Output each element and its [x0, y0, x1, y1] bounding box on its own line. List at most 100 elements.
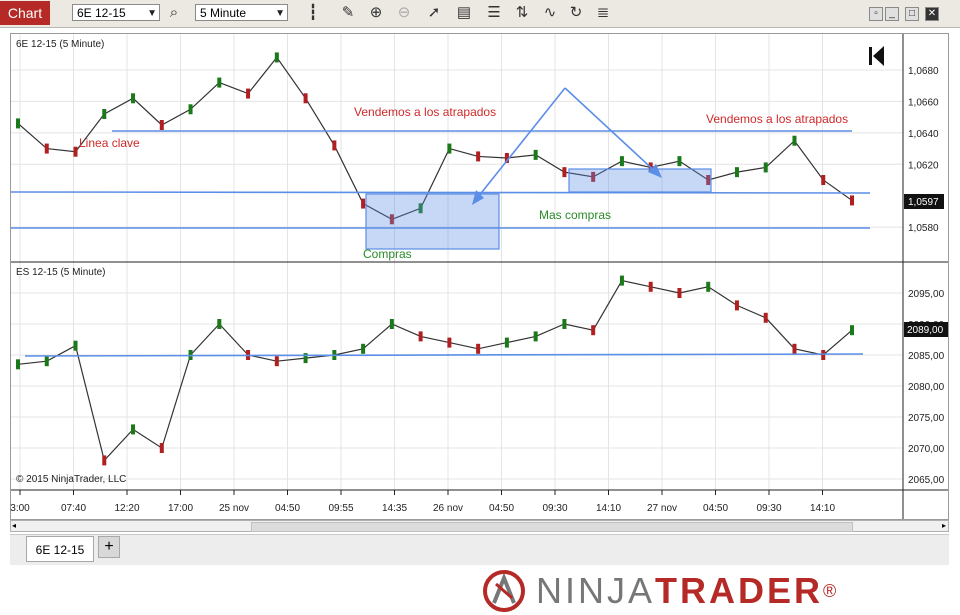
- key-line-es: [24, 353, 864, 357]
- es-candle: [217, 319, 222, 329]
- x-axis-ticks: 3:00 07:40 12:20 17:00 25 nov 04:50 09:55 14:35…: [10, 490, 835, 514]
- eurusd-candle: [562, 167, 567, 178]
- eurusd-candle: [619, 156, 624, 167]
- more-buys-box: [568, 168, 712, 193]
- y-tick-label: 2095,00: [908, 289, 945, 300]
- y-tick-label: 2065,00: [908, 475, 945, 486]
- ninjatrader-logo: NINJATRADER®: [482, 570, 942, 612]
- eurusd-candle: [533, 149, 538, 160]
- logo-mark-icon: [483, 570, 525, 612]
- es-candle: [73, 340, 78, 351]
- last-price-top-label: 1,0597: [908, 197, 939, 208]
- add-tab-button[interactable]: +: [98, 536, 120, 558]
- es-candle: [591, 325, 596, 336]
- collapse-icon[interactable]: [869, 46, 884, 66]
- y-tick-label: 1,0620: [908, 160, 939, 171]
- eurusd-candle: [677, 156, 682, 167]
- eurusd-candle: [821, 175, 826, 185]
- y-tick-label: 1,0640: [908, 129, 939, 140]
- eurusd-candle: [303, 93, 308, 104]
- es-candle: [504, 337, 509, 348]
- es-candle: [850, 325, 854, 336]
- x-tick-label: 09:30: [542, 503, 567, 514]
- annotation-linea-clave: Linea clave: [79, 136, 140, 150]
- x-tick-label: 12:20: [114, 503, 139, 514]
- x-tick-label: 04:50: [275, 503, 300, 514]
- x-tick-label: 3:00: [10, 503, 30, 514]
- eurusd-candle: [102, 109, 107, 119]
- instrument-tab[interactable]: 6E 12-15: [26, 536, 94, 562]
- annotation-mas-compras: Mas compras: [539, 208, 611, 222]
- es-candle: [562, 319, 567, 329]
- x-tick-label: 14:35: [382, 503, 407, 514]
- eurusd-candle: [217, 77, 222, 88]
- logo-reg: ®: [823, 581, 840, 601]
- eurusd-candle: [274, 52, 279, 63]
- x-tick-label: 27 nov: [647, 503, 677, 514]
- es-candle: [763, 312, 768, 323]
- y-tick-label: 2075,00: [908, 413, 945, 424]
- scrollbar-thumb[interactable]: [251, 522, 853, 532]
- eurusd-candle: [447, 143, 452, 154]
- es-candle: [821, 350, 826, 360]
- annotation-vendemos-2: Vendemos a los atrapados: [706, 112, 848, 126]
- y-tick-label: 2080,00: [908, 382, 945, 393]
- key-line-middle: [10, 191, 871, 194]
- y-tick-label: 1,0660: [908, 97, 939, 108]
- x-tick-label: 04:50: [703, 503, 728, 514]
- x-tick-label: 07:40: [61, 503, 86, 514]
- last-price-bottom-label: 2089,00: [907, 325, 944, 336]
- x-tick-label: 26 nov: [433, 503, 463, 514]
- eurusd-candle: [850, 195, 854, 206]
- es-candle: [418, 331, 423, 342]
- y-tick-label: 2070,00: [908, 444, 945, 455]
- eurusd-candle: [44, 143, 49, 154]
- horizontal-scrollbar[interactable]: ◂ ▸: [10, 520, 949, 532]
- eurusd-candle: [246, 88, 251, 99]
- eurusd-candle: [16, 118, 20, 129]
- es-candle: [476, 343, 481, 354]
- annotation-vendemos-1: Vendemos a los atrapados: [354, 105, 496, 119]
- es-candle: [619, 275, 624, 286]
- es-candle: [792, 343, 797, 354]
- copyright-text: © 2015 NinjaTrader, LLC: [16, 474, 126, 485]
- x-tick-label: 09:55: [328, 503, 353, 514]
- eurusd-candle: [73, 146, 78, 157]
- es-candle: [361, 343, 366, 354]
- es-candle: [131, 424, 136, 435]
- x-tick-label: 04:50: [489, 503, 514, 514]
- eurusd-candle: [763, 162, 768, 173]
- panel-label-top: 6E 12-15 (5 Minute): [16, 39, 104, 50]
- logo-text-ninja: NINJA: [536, 570, 656, 611]
- es-candle: [447, 337, 452, 348]
- es-candle: [44, 356, 49, 367]
- panel-label-bottom: ES 12-15 (5 Minute): [16, 267, 106, 278]
- instrument-tab-strip: [10, 534, 949, 565]
- y-axis-ticks: 1,06801,06601,06401,06201,05802095,00209…: [908, 66, 945, 486]
- eurusd-candle: [361, 198, 366, 209]
- es-candle: [159, 443, 164, 453]
- annotation-compras: Compras: [363, 247, 412, 261]
- es-candle: [706, 281, 711, 292]
- x-tick-label: 14:10: [596, 503, 621, 514]
- buy-zone-box: [365, 193, 500, 250]
- y-tick-label: 2085,00: [908, 351, 945, 362]
- x-tick-label: 09:30: [756, 503, 781, 514]
- es-candle: [734, 300, 739, 311]
- eurusd-candle: [131, 93, 136, 104]
- y-tick-label: 1,0680: [908, 66, 939, 77]
- eurusd-candle: [476, 151, 481, 162]
- scroll-right-icon[interactable]: ▸: [942, 521, 946, 530]
- eurusd-candle: [792, 135, 797, 146]
- y-tick-label: 1,0580: [908, 223, 939, 234]
- es-line: [17, 279, 853, 462]
- x-tick-label: 25 nov: [219, 503, 249, 514]
- es-candle: [102, 455, 107, 466]
- logo-text-trader: TRADER: [655, 570, 824, 611]
- es-candle: [389, 319, 394, 329]
- es-candle: [16, 359, 20, 370]
- scroll-left-icon[interactable]: ◂: [12, 521, 16, 530]
- eurusd-candle: [159, 120, 164, 130]
- eurusd-candle: [734, 167, 739, 178]
- eurusd-candle: [188, 104, 193, 115]
